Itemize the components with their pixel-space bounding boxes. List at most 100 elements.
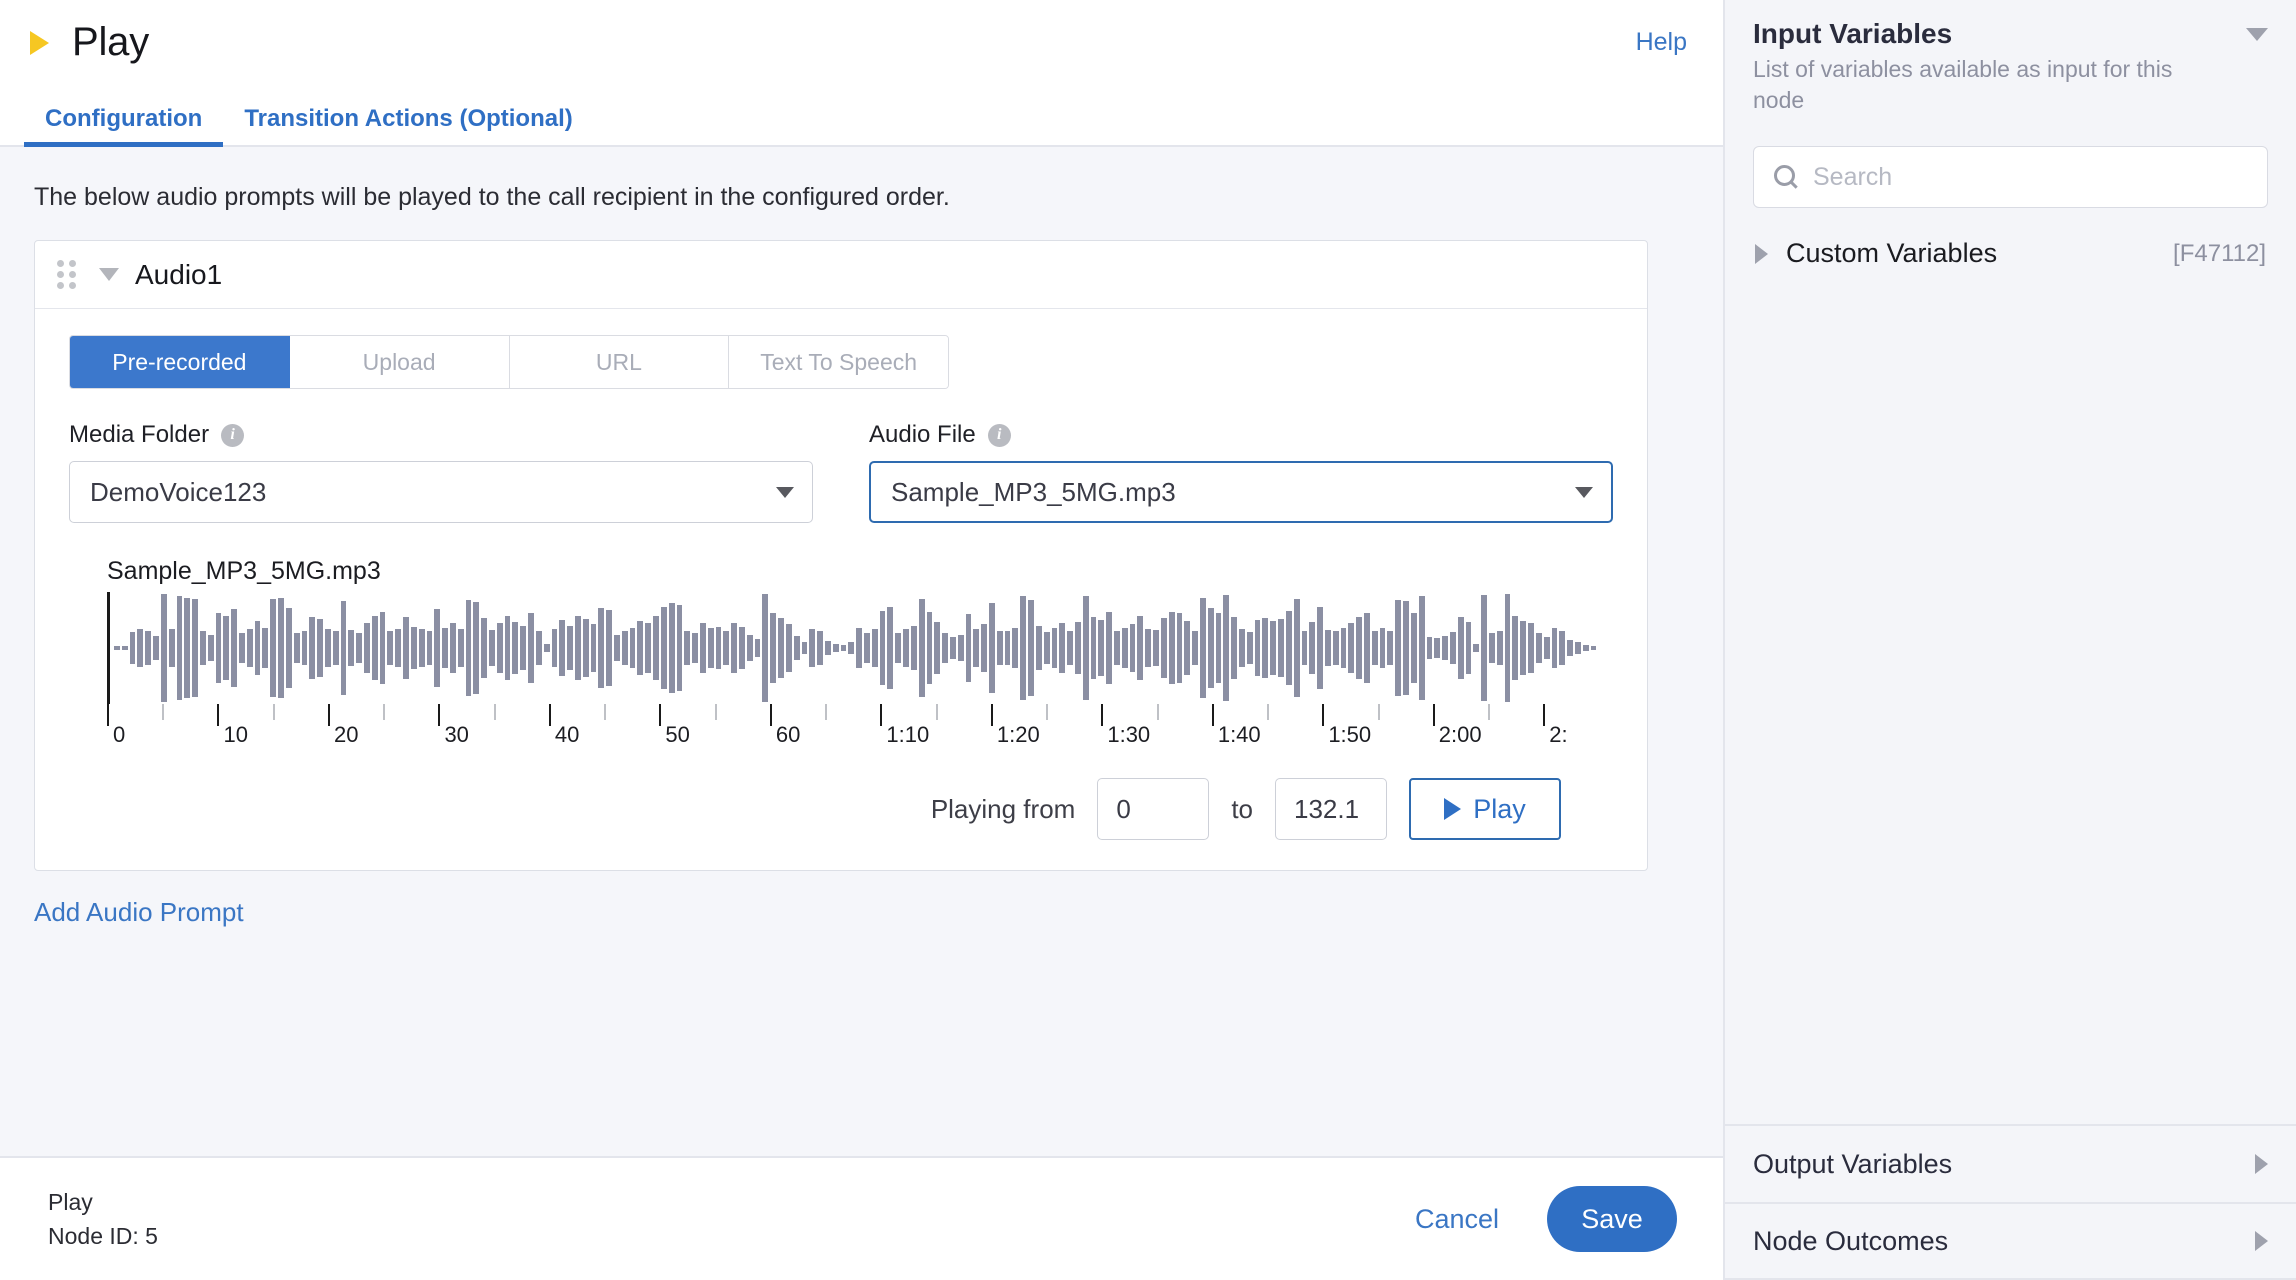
waveform-bar <box>387 631 394 665</box>
axis-tick-label: 1:50 <box>1328 722 1372 747</box>
waveform-bar <box>731 623 737 673</box>
waveform-bar <box>707 627 714 669</box>
waveform-bar <box>1590 645 1597 651</box>
source-tab-url[interactable]: URL <box>509 336 730 388</box>
waveform-bar <box>895 633 902 663</box>
axis-minor-tick <box>1267 704 1270 720</box>
waveform-bar <box>457 628 464 668</box>
accordion-output-variables[interactable]: Output Variables <box>1725 1124 2296 1202</box>
info-icon[interactable]: i <box>987 423 1011 447</box>
media-folder-select[interactable]: DemoVoice123 <box>69 461 813 523</box>
chevron-down-icon <box>776 486 794 498</box>
waveform-bar <box>395 628 402 668</box>
waveform-bar <box>1106 612 1112 684</box>
waveform-bar <box>1465 622 1472 674</box>
waveform-bar <box>410 626 417 670</box>
waveform-bar <box>465 599 472 697</box>
variable-group-custom-variables[interactable]: Custom Variables [F47112] <box>1753 238 2268 269</box>
waveform-bar <box>168 628 175 668</box>
waveform-bar <box>449 623 456 673</box>
waveform-bar <box>856 627 862 669</box>
source-tab-upload[interactable]: Upload <box>289 336 510 388</box>
axis-tick <box>1101 704 1104 726</box>
waveform-bar <box>254 621 261 675</box>
audio-file-label: Audio File i <box>869 421 1613 449</box>
tab-configuration[interactable]: Configuration <box>24 105 224 147</box>
waveform-bar <box>1418 596 1425 700</box>
axis-minor-tick <box>493 704 496 720</box>
waveform-bar <box>207 634 214 662</box>
playback-to-label: to <box>1231 793 1253 824</box>
waveform-bar <box>1035 625 1042 671</box>
audio-fields-row: Media Folder i DemoVoice123 Audio File i… <box>69 421 1613 523</box>
waveform-bar <box>481 617 487 679</box>
tab-transition-actions[interactable]: Transition Actions (Optional) <box>223 105 593 145</box>
chevron-down-icon[interactable] <box>2246 28 2268 41</box>
axis-tick-label: 1:10 <box>886 722 930 747</box>
accordion-node-outcomes[interactable]: Node Outcomes <box>1725 1202 2296 1280</box>
waveform-bar <box>239 633 245 663</box>
chevron-right-icon <box>1755 243 1768 264</box>
waveform-bar <box>692 633 698 663</box>
waveform-bar <box>348 630 355 666</box>
waveform-bar <box>184 597 191 699</box>
axis-tick <box>1432 704 1435 726</box>
source-tab-pre-recorded[interactable]: Pre-recorded <box>70 336 290 388</box>
chevron-down-icon[interactable] <box>99 268 119 281</box>
waveform-plot[interactable] <box>107 592 1597 704</box>
waveform-bar <box>762 594 769 702</box>
audio-file-select[interactable]: Sample_MP3_5MG.mp3 <box>869 461 1613 523</box>
waveform-bar <box>973 628 980 668</box>
save-button[interactable]: Save <box>1547 1186 1677 1252</box>
page-header: Play Help <box>0 0 1723 85</box>
waveform-bar <box>840 644 847 652</box>
axis-minor-tick <box>1156 704 1159 720</box>
variables-search-placeholder: Search <box>1813 162 1893 191</box>
waveform-bar <box>754 639 761 657</box>
variable-group-label: Custom Variables <box>1786 238 1998 269</box>
axis-tick-label: 20 <box>333 722 359 747</box>
input-variables-header: Input Variables <box>1753 18 2268 50</box>
waveform-bar <box>699 623 706 673</box>
waveform-bar <box>715 626 722 670</box>
play-node-editor: Play Help Configuration Transition Actio… <box>0 0 2296 1280</box>
editor-tabs: Configuration Transition Actions (Option… <box>0 85 1723 147</box>
info-icon[interactable]: i <box>221 423 245 447</box>
cancel-button[interactable]: Cancel <box>1415 1204 1499 1235</box>
waveform-bar <box>1340 627 1347 669</box>
waveform-bar <box>1051 627 1058 669</box>
drag-handle-icon[interactable] <box>57 260 77 289</box>
waveform-bar <box>418 628 425 668</box>
playback-start-input[interactable]: 0 <box>1097 778 1210 840</box>
waveform-bar <box>934 622 941 674</box>
source-tab-text-to-speech[interactable]: Text To Speech <box>729 336 948 388</box>
axis-tick <box>107 704 109 726</box>
waveform-bar <box>1090 616 1097 680</box>
waveform-bar <box>864 633 870 663</box>
axis-tick-label: 40 <box>554 722 580 747</box>
waveform-bar <box>1348 623 1355 673</box>
axis-tick <box>1211 704 1214 726</box>
help-link[interactable]: Help <box>1636 28 1687 57</box>
waveform-bars <box>114 592 1597 704</box>
play-button-label: Play <box>1473 793 1526 824</box>
waveform-bar <box>426 631 433 665</box>
waveform-bar <box>1387 631 1394 665</box>
axis-tick <box>1543 704 1546 726</box>
waveform-bar <box>910 625 917 671</box>
waveform-bar <box>1160 617 1167 679</box>
waveform-bar <box>1489 633 1495 663</box>
waveform-bar <box>270 598 277 698</box>
waveform-bar <box>442 627 448 669</box>
add-audio-prompt-link[interactable]: Add Audio Prompt <box>34 897 244 928</box>
page-title: Play <box>72 20 150 64</box>
playback-end-input[interactable]: 132.1 <box>1275 778 1387 840</box>
waveform-bar <box>785 624 792 672</box>
variables-search-input[interactable]: Search <box>1753 146 2268 209</box>
waveform-bar <box>1223 595 1230 701</box>
axis-tick <box>548 704 551 726</box>
waveform-bar <box>590 624 597 672</box>
waveform-bar <box>160 594 167 702</box>
play-button[interactable]: Play <box>1409 778 1561 840</box>
waveform-bar <box>309 616 316 680</box>
